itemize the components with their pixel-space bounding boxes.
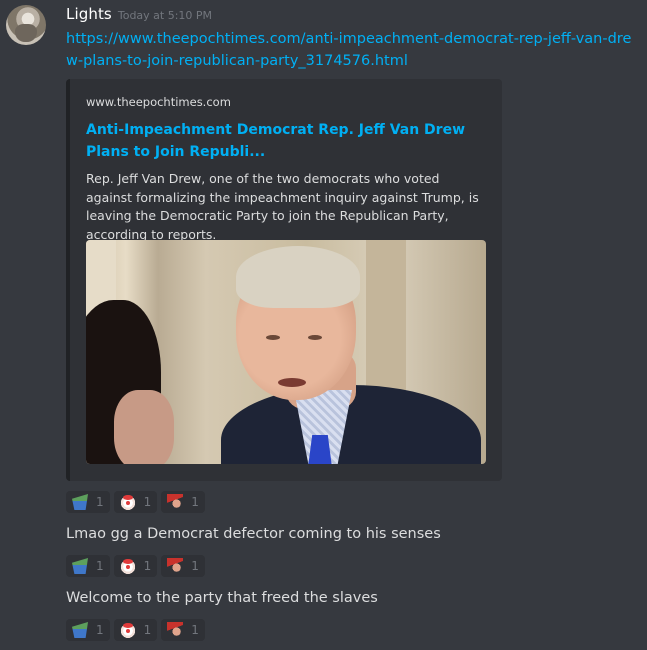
reaction-maga-hat[interactable]: 1 [161, 619, 205, 641]
image-mouth [278, 378, 306, 387]
reaction-count: 1 [191, 495, 199, 509]
message-text: Welcome to the party that freed the slav… [66, 590, 378, 606]
reaction-count: 1 [191, 623, 199, 637]
boat-emoji-icon [72, 622, 88, 638]
reaction-clown[interactable]: 1 [113, 555, 158, 577]
reactions-row: 1 1 1 [66, 491, 205, 513]
image-eye [266, 335, 280, 340]
image-hair [236, 246, 360, 308]
reaction-clown[interactable]: 1 [113, 619, 158, 641]
reaction-count: 1 [143, 559, 152, 573]
reactions-row: 1 1 1 [66, 555, 205, 577]
reaction-count: 1 [143, 495, 152, 509]
reaction-count: 1 [96, 559, 104, 573]
embed-image[interactable] [86, 240, 486, 464]
message-link[interactable]: https://www.theepochtimes.com/anti-impea… [66, 28, 634, 72]
reaction-clown[interactable]: 1 [113, 491, 158, 513]
message-text: Lmao gg a Democrat defector coming to hi… [66, 526, 441, 542]
reaction-count: 1 [96, 495, 104, 509]
message-header: Lights Today at 5:10 PM [66, 5, 212, 27]
boat-emoji-icon [72, 558, 88, 574]
username[interactable]: Lights [66, 5, 112, 23]
reaction-count: 1 [143, 623, 152, 637]
maga-hat-emoji-icon [167, 494, 184, 510]
clown-emoji-icon [119, 558, 136, 574]
maga-hat-emoji-icon [167, 558, 184, 574]
maga-hat-emoji-icon [167, 622, 184, 638]
embed-description: Rep. Jeff Van Drew, one of the two democ… [86, 171, 479, 242]
clown-emoji-icon [119, 622, 136, 638]
image-person-left-face [114, 390, 174, 464]
reaction-maga-hat[interactable]: 1 [161, 555, 205, 577]
embed-provider: www.theepochtimes.com [86, 95, 231, 109]
clown-emoji-icon [119, 494, 136, 510]
reaction-count: 1 [96, 623, 104, 637]
reaction-maga-hat[interactable]: 1 [161, 491, 205, 513]
boat-emoji-icon [72, 494, 88, 510]
reaction-count: 1 [191, 559, 199, 573]
user-avatar[interactable] [6, 5, 46, 45]
timestamp: Today at 5:10 PM [117, 9, 213, 22]
image-eye [308, 335, 322, 340]
embed-title-link[interactable]: Anti-Impeachment Democrat Rep. Jeff Van … [86, 119, 486, 163]
reaction-boat[interactable]: 1 [66, 619, 110, 641]
reaction-boat[interactable]: 1 [66, 555, 110, 577]
reactions-row: 1 1 1 [66, 619, 205, 641]
reaction-boat[interactable]: 1 [66, 491, 110, 513]
link-embed: www.theepochtimes.com Anti-Impeachment D… [66, 79, 502, 481]
